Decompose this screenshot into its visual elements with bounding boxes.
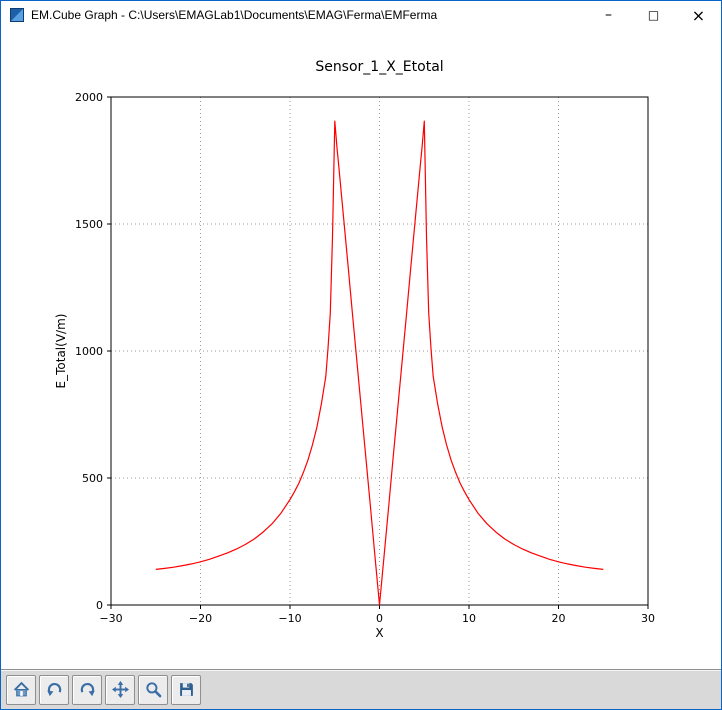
zoom-icon	[145, 682, 161, 698]
x-tick-label: −30	[99, 612, 122, 625]
minimize-button[interactable]: –	[586, 1, 631, 29]
home-button[interactable]	[6, 674, 36, 705]
app-icon	[9, 7, 25, 23]
x-tick-label: −20	[189, 612, 212, 625]
close-button[interactable]: ×	[676, 1, 721, 29]
app-window: EM.Cube Graph - C:\Users\EMAGLab1\Docume…	[0, 0, 722, 710]
forward-icon	[80, 682, 95, 697]
save-button[interactable]	[171, 674, 201, 705]
maximize-button[interactable]: □	[631, 1, 676, 29]
y-tick-label: 500	[82, 472, 103, 485]
back-button[interactable]	[39, 674, 69, 705]
pan-button[interactable]	[105, 674, 135, 705]
y-tick-label: 1500	[75, 218, 103, 231]
chart-title: Sensor_1_X_Etotal	[315, 59, 444, 75]
back-icon	[46, 682, 61, 697]
x-tick-label: 30	[641, 612, 655, 625]
figure-area: −30 −20 −10 0 10 20 30 0 500 1000 1500 2000 Sensor_…	[1, 29, 721, 669]
x-tick-label: 20	[552, 612, 566, 625]
home-icon	[13, 681, 29, 697]
y-tick-label: 2000	[75, 91, 103, 104]
y-tick-label: 1000	[75, 345, 103, 358]
x-axis-label: X	[375, 626, 384, 640]
caption-buttons: – □ ×	[586, 1, 721, 29]
pan-icon	[111, 681, 129, 698]
y-tick-label: 0	[96, 599, 103, 612]
x-tick-label: −10	[278, 612, 301, 625]
x-tick-label: 10	[462, 612, 476, 625]
x-tick-label: 0	[376, 612, 383, 625]
titlebar[interactable]: EM.Cube Graph - C:\Users\EMAGLab1\Docume…	[1, 1, 721, 29]
toolbar	[1, 669, 721, 709]
plot-svg: −30 −20 −10 0 10 20 30 0 500 1000 1500 2000	[75, 91, 655, 625]
emcube-logo-icon	[10, 8, 24, 22]
zoom-button[interactable]	[138, 674, 168, 705]
y-axis-label: E_Total(V/m)	[54, 313, 68, 389]
window-title: EM.Cube Graph - C:\Users\EMAGLab1\Docume…	[31, 8, 438, 22]
forward-button[interactable]	[72, 674, 102, 705]
save-icon	[179, 683, 193, 696]
